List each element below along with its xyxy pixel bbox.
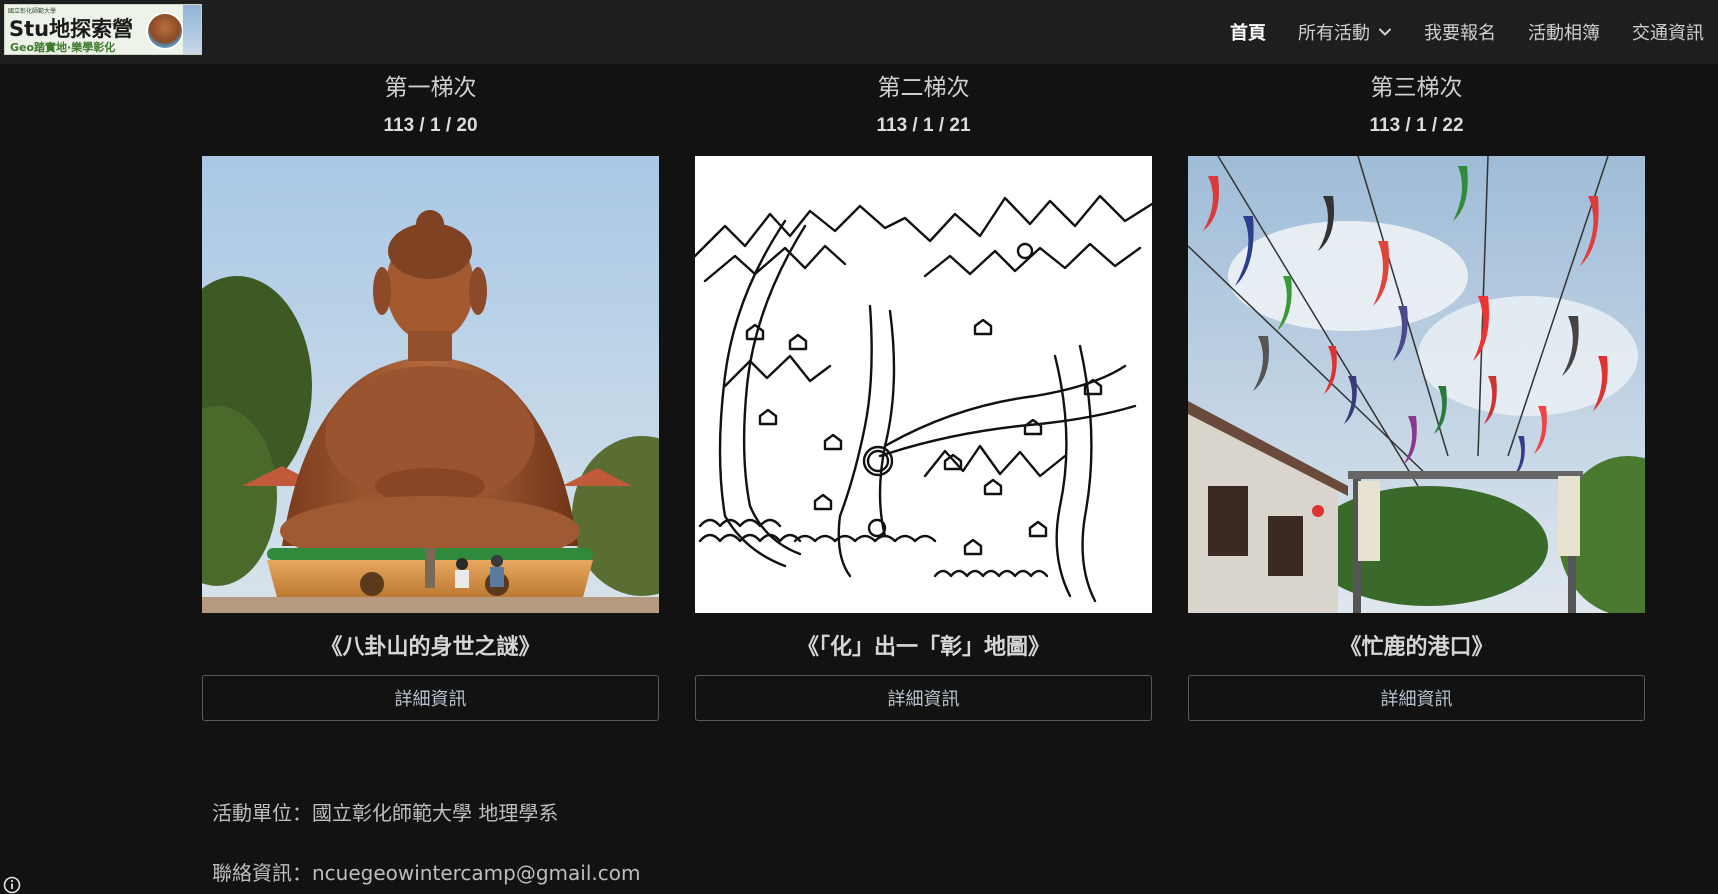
details-button[interactable]: 詳細資訊 <box>695 675 1152 721</box>
details-button[interactable]: 詳細資訊 <box>202 675 659 721</box>
nav-album[interactable]: 活動相簿 <box>1528 19 1600 45</box>
logo-avatar-image <box>146 12 184 50</box>
main-nav: 首頁 所有活動 我要報名 活動相簿 交通資訊 <box>1198 0 1704 64</box>
logo-sky-image <box>183 5 201 54</box>
nav-all-activities-label: 所有活動 <box>1298 23 1370 44</box>
details-button[interactable]: 詳細資訊 <box>1188 675 1645 721</box>
nav-register[interactable]: 我要報名 <box>1424 19 1496 45</box>
session-title: 《忙鹿的港口》 <box>1339 635 1494 660</box>
organizer-info: 活動單位：國立彰化師範大學 地理學系 <box>212 801 559 825</box>
contact-info: 聯絡資訊：ncuegeowintercamp@gmail.com <box>212 861 641 885</box>
buddha-statue-photo <box>202 156 659 613</box>
nav-home[interactable]: 首頁 <box>1230 19 1266 45</box>
session-heading: 第三梯次 <box>1370 75 1463 101</box>
site-header: 國立彰化師範大學 Stu地探索營 Geo踏實地·樂學彰化 首頁 所有活動 我要報… <box>0 0 1718 64</box>
logo-subtitle: Geo踏實地·樂學彰化 <box>10 41 116 54</box>
hand-drawn-map <box>695 156 1152 613</box>
session-date: 113 / 1 / 20 <box>383 115 478 136</box>
carp-streamers-photo <box>1188 156 1645 613</box>
session-date: 113 / 1 / 21 <box>876 115 971 136</box>
site-logo[interactable]: 國立彰化師範大學 Stu地探索營 Geo踏實地·樂學彰化 <box>4 4 202 55</box>
session-heading: 第一梯次 <box>384 75 477 101</box>
nav-transport[interactable]: 交通資訊 <box>1632 19 1704 45</box>
chevron-down-icon <box>1379 28 1391 36</box>
info-icon[interactable] <box>3 876 21 894</box>
session-date: 113 / 1 / 22 <box>1369 115 1464 136</box>
session-title: 《「化」出一「彰」地圖》 <box>796 635 1050 660</box>
session-title: 《八卦山的身世之謎》 <box>320 635 541 660</box>
nav-all-activities[interactable]: 所有活動 <box>1298 19 1392 45</box>
session-heading: 第二梯次 <box>877 75 970 101</box>
